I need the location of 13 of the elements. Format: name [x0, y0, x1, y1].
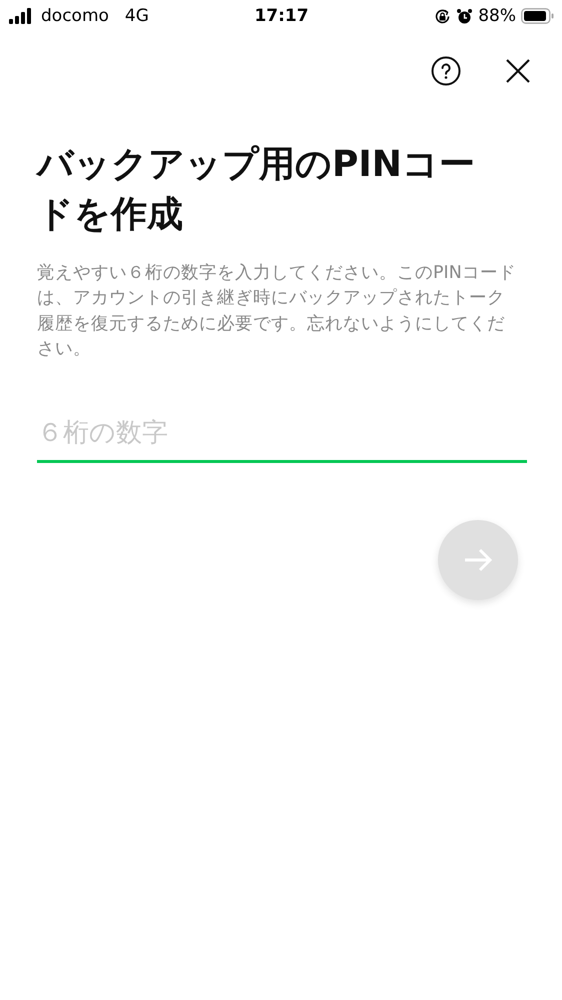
arrow-right-icon — [463, 548, 493, 572]
help-icon — [431, 56, 461, 86]
status-time: 17:17 — [254, 6, 309, 26]
close-icon — [506, 59, 530, 83]
battery-icon — [521, 8, 554, 24]
battery-percent: 88% — [478, 6, 516, 26]
network-type: 4G — [124, 6, 149, 26]
page-title: バックアップ用のPINコードを作成 — [37, 143, 476, 238]
rotation-lock-icon — [434, 8, 452, 24]
help-button[interactable] — [430, 55, 462, 87]
carrier-name: docomo — [41, 6, 109, 26]
description-text: 覚えやすい６桁の数字を入力してください。このPINコードは、アカウントの引き継ぎ時にバックアップされたトーク履歴を復元するために必要です。忘れないようにしてください。 — [37, 262, 517, 361]
alarm-clock-icon — [456, 8, 474, 24]
